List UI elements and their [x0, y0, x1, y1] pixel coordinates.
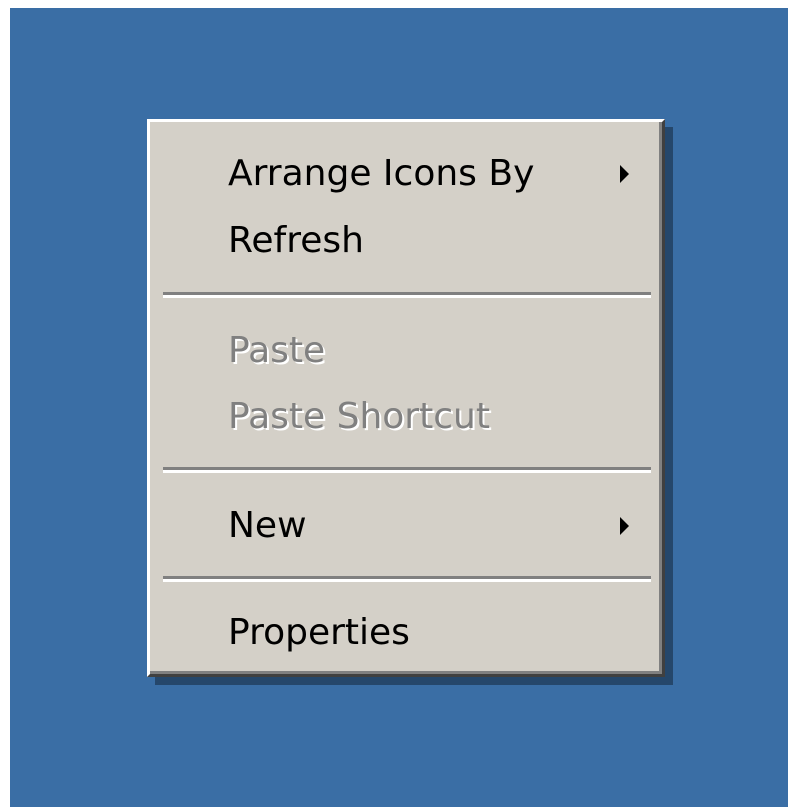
submenu-arrow-icon	[620, 517, 629, 535]
menu-item-label: Arrange Icons By	[228, 153, 535, 194]
menu-item-paste: Paste	[150, 318, 662, 384]
menu-item-paste-shortcut: Paste Shortcut	[150, 384, 662, 450]
menu-item-label: Paste	[228, 330, 326, 371]
menu-separator	[163, 292, 651, 298]
menu-item-label: New	[228, 505, 307, 546]
menu-item-refresh[interactable]: Refresh	[150, 208, 662, 274]
menu-separator	[163, 576, 651, 582]
submenu-arrow-icon	[620, 165, 629, 183]
desktop-context-menu: Arrange Icons By Refresh Paste Paste Sho…	[147, 119, 665, 677]
menu-item-label: Properties	[228, 612, 410, 653]
menu-item-new[interactable]: New	[150, 493, 662, 559]
menu-separator	[163, 467, 651, 473]
menu-item-label: Paste Shortcut	[228, 396, 490, 437]
menu-item-properties[interactable]: Properties	[150, 600, 662, 666]
desktop-background[interactable]: Arrange Icons By Refresh Paste Paste Sho…	[10, 8, 788, 807]
menu-item-label: Refresh	[228, 220, 364, 261]
menu-item-arrange-icons-by[interactable]: Arrange Icons By	[150, 141, 662, 207]
